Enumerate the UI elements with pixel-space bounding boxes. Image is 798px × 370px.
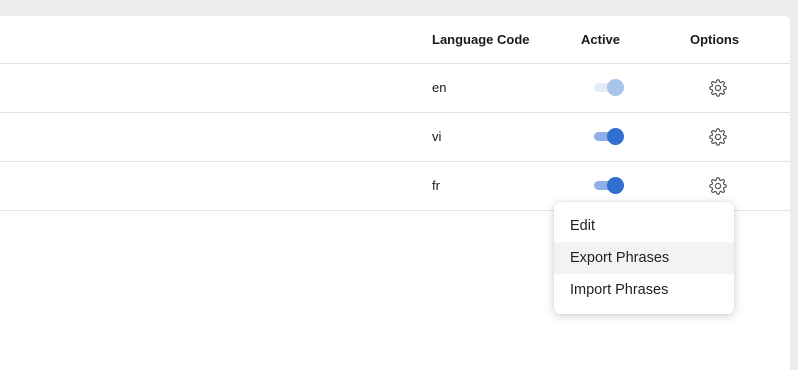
column-header-active[interactable]: Active [581, 32, 620, 47]
language-code-cell: vi [432, 129, 442, 144]
active-toggle[interactable] [593, 128, 625, 145]
table-header-row: Language Code Active Options [0, 16, 790, 64]
gear-icon[interactable] [709, 128, 727, 146]
active-toggle[interactable] [593, 177, 625, 194]
gear-icon[interactable] [709, 79, 727, 97]
column-header-language-code[interactable]: Language Code [432, 32, 530, 47]
gear-icon[interactable] [709, 177, 727, 195]
toggle-knob [607, 128, 624, 145]
toggle-knob [607, 79, 624, 96]
menu-item-import-phrases[interactable]: Import Phrases [554, 274, 734, 306]
language-code-cell: en [432, 80, 447, 95]
table-row: en [0, 64, 790, 113]
languages-table: Language Code Active Options en vi fr [0, 16, 790, 370]
column-header-options: Options [690, 32, 740, 47]
options-dropdown-menu: Edit Export Phrases Import Phrases [554, 202, 734, 314]
toggle-knob [607, 177, 624, 194]
menu-item-edit[interactable]: Edit [554, 210, 734, 242]
active-toggle[interactable] [593, 79, 625, 96]
language-code-cell: fr [432, 178, 440, 193]
table-row: vi [0, 113, 790, 162]
menu-item-export-phrases[interactable]: Export Phrases [554, 242, 734, 274]
